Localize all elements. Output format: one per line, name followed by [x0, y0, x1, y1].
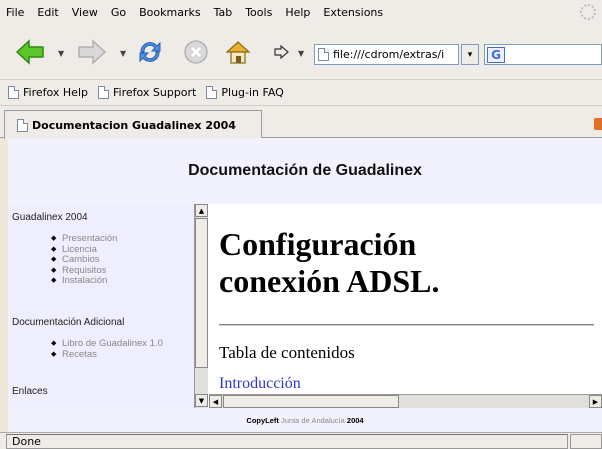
- article-heading: Configuración conexión ADSL.: [219, 226, 439, 300]
- stop-icon: [184, 40, 208, 64]
- tab-strip: Documentacion Guadalinex 2004: [0, 106, 602, 139]
- bookmark-label: Firefox Help: [23, 86, 88, 99]
- sidebar-section-documentacion: Documentación Adicional: [12, 317, 125, 328]
- forward-arrow-icon: [78, 39, 107, 65]
- divider: [219, 324, 594, 326]
- menu-extensions[interactable]: Extensions: [318, 6, 391, 19]
- menu-bookmarks[interactable]: Bookmarks: [134, 6, 208, 19]
- heading-line-1: Configuración: [219, 226, 417, 262]
- footer-copyleft: CopyLeft: [246, 415, 279, 425]
- google-search-icon[interactable]: G: [487, 46, 505, 63]
- sidebar-list-documentacion: Libro de Guadalinex 1.0 Recetas: [51, 338, 163, 361]
- page-footer: CopyLeft Junta de Andalucía 2004: [8, 408, 602, 432]
- chevron-down-icon: ▾: [467, 49, 473, 60]
- search-input[interactable]: G: [484, 44, 602, 65]
- menu-file[interactable]: File: [4, 6, 32, 19]
- scroll-left-icon[interactable]: ◀: [209, 395, 222, 408]
- home-icon: [225, 41, 251, 64]
- tab-documentacion[interactable]: Documentacion Guadalinex 2004: [4, 110, 262, 139]
- page-icon: [206, 86, 218, 99]
- heading-line-2: conexión ADSL.: [219, 263, 440, 299]
- page-icon: [8, 86, 19, 99]
- reload-icon: [139, 41, 161, 63]
- forward-dropdown-icon[interactable]: ▼: [120, 49, 126, 58]
- url-history-dropdown[interactable]: ▾: [461, 44, 479, 65]
- bookmark-label: Firefox Support: [112, 86, 197, 99]
- web-content: Documentación de Guadalinex Guadalinex 2…: [8, 138, 602, 432]
- main-frame: Configuración conexión ADSL. Tabla de co…: [209, 204, 602, 394]
- bookmark-label: Plug-in FAQ: [221, 86, 284, 99]
- bookmark-plugin-faq[interactable]: Plug-in FAQ: [206, 86, 284, 99]
- bookmark-firefox-help[interactable]: Firefox Help: [8, 86, 88, 99]
- back-arrow-icon: [15, 39, 44, 65]
- scrollbar-thumb[interactable]: [195, 218, 208, 368]
- scroll-up-icon[interactable]: ▲: [195, 204, 208, 217]
- footer-year: 2004: [346, 415, 364, 425]
- sidebar-section-guadalinex: Guadalinex 2004: [12, 212, 88, 223]
- menu-tools[interactable]: Tools: [240, 6, 280, 19]
- status-text: Done: [12, 435, 41, 448]
- navigation-toolbar: ▼ ▼ ▼ file:///cdrom/extras/i ▾ G: [0, 24, 602, 80]
- footer-org: Junta de Andalucía: [281, 415, 345, 425]
- scroll-right-icon[interactable]: ▶: [589, 395, 602, 408]
- menu-tab[interactable]: Tab: [209, 6, 241, 19]
- file-page-icon: [318, 48, 329, 61]
- sidebar-item-instalacion[interactable]: Instalación: [51, 275, 117, 287]
- go-icon: [274, 45, 289, 59]
- home-button[interactable]: [222, 36, 254, 68]
- go-dropdown-icon[interactable]: ▼: [298, 49, 304, 58]
- menu-edit[interactable]: Edit: [32, 6, 66, 19]
- menu-help[interactable]: Help: [280, 6, 318, 19]
- page-icon: [17, 118, 28, 132]
- sidebar-item-recetas[interactable]: Recetas: [51, 349, 163, 361]
- url-text: file:///cdrom/extras/i: [333, 48, 445, 61]
- main-horizontal-scrollbar[interactable]: ◀ ▶: [209, 394, 602, 408]
- menu-view[interactable]: View: [67, 6, 106, 19]
- scroll-down-icon[interactable]: ▼: [195, 394, 208, 407]
- url-bar[interactable]: file:///cdrom/extras/i: [314, 44, 459, 65]
- sidebar-section-enlaces: Enlaces: [12, 386, 48, 397]
- toc-title: Tabla de contenidos: [219, 343, 355, 362]
- menu-go[interactable]: Go: [106, 6, 134, 19]
- back-dropdown-icon[interactable]: ▼: [58, 49, 64, 58]
- menu-bar: File Edit View Go Bookmarks Tab Tools He…: [0, 0, 602, 24]
- bookmark-firefox-support[interactable]: Firefox Support: [97, 86, 197, 99]
- back-button[interactable]: [14, 36, 46, 68]
- sidebar-item-cambios[interactable]: Cambios: [51, 254, 117, 266]
- sidebar-scrollbar[interactable]: ▲ ▼: [194, 204, 208, 408]
- status-bar: Done: [0, 432, 602, 449]
- stop-button[interactable]: [180, 36, 212, 68]
- tab-title: Documentacion Guadalinex 2004: [32, 118, 236, 132]
- forward-button[interactable]: [76, 36, 108, 68]
- go-button[interactable]: [266, 36, 298, 68]
- page-title: Documentación de Guadalinex: [188, 162, 422, 179]
- toc-link-introduccion[interactable]: Introducción: [219, 375, 301, 393]
- reload-button[interactable]: [134, 36, 166, 68]
- page-icon: [97, 86, 109, 99]
- sidebar-item-presentacion[interactable]: Presentación: [51, 233, 117, 245]
- page-header: Documentación de Guadalinex: [8, 138, 602, 204]
- sidebar-frame: Guadalinex 2004 Presentación Licencia Ca…: [8, 204, 194, 408]
- status-panel-secondary: [570, 434, 602, 449]
- status-panel: [6, 434, 568, 449]
- close-tab-icon[interactable]: [594, 118, 602, 130]
- scrollbar-thumb[interactable]: [223, 395, 399, 408]
- throbber-icon: [580, 4, 596, 20]
- sidebar-item-libro[interactable]: Libro de Guadalinex 1.0: [51, 338, 163, 350]
- sidebar-list-guadalinex: Presentación Licencia Cambios Requisitos…: [51, 233, 117, 287]
- bookmarks-toolbar: Firefox Help Firefox Support Plug-in FAQ: [0, 80, 602, 106]
